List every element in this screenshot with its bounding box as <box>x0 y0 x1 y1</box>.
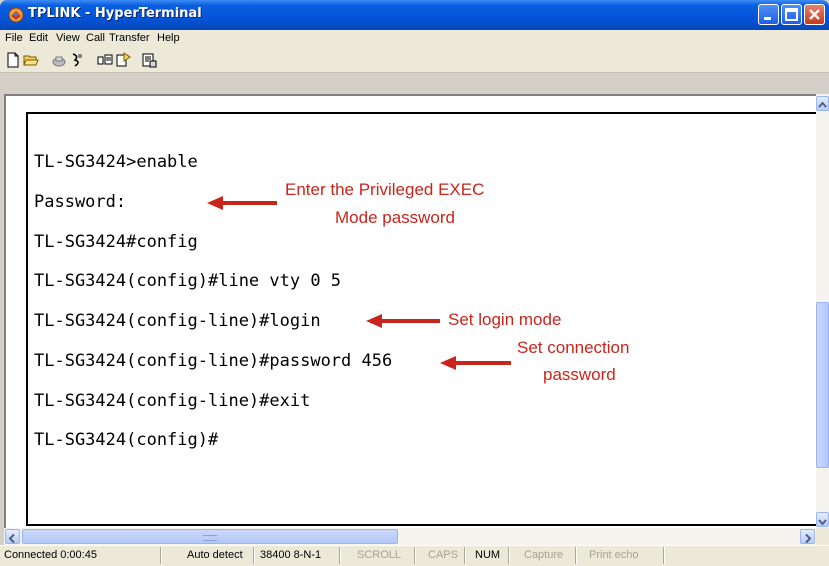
open-folder-icon[interactable] <box>23 52 39 68</box>
status-divider <box>663 547 665 564</box>
arrow-left-icon <box>440 356 511 370</box>
terminal-line: TL-SG3424(config)#line vty 0 5 <box>34 271 342 291</box>
chevron-right-icon <box>805 533 812 544</box>
status-divider <box>414 547 416 564</box>
terminal-line: TL-SG3424(config-line)#password 456 <box>34 351 393 371</box>
maximize-icon <box>785 8 798 21</box>
new-document-icon[interactable] <box>5 52 21 68</box>
status-divider <box>575 547 577 564</box>
disconnect-icon[interactable] <box>69 52 85 68</box>
chevron-down-icon <box>818 519 827 526</box>
terminal-line: TL-SG3424(config-line)#login <box>34 311 321 331</box>
scroll-up-button[interactable] <box>816 96 829 111</box>
scroll-left-button[interactable] <box>5 529 20 544</box>
menu-view[interactable]: View <box>56 32 80 44</box>
terminal-line: TL-SG3424(config)# <box>34 430 219 450</box>
annotation-privileged-line2: Mode password <box>335 208 456 227</box>
scroll-down-button[interactable] <box>816 512 829 527</box>
window-title: TPLINK - HyperTerminal <box>28 6 202 21</box>
menu-call[interactable]: Call <box>86 32 105 44</box>
minimize-icon <box>764 17 771 20</box>
menu-transfer[interactable]: Transfer <box>109 32 150 44</box>
status-divider <box>160 547 162 564</box>
maximize-button[interactable] <box>781 4 802 25</box>
status-bar: Connected 0:00:45 Auto detect 38400 8-N-… <box>0 545 829 566</box>
status-detect: Auto detect <box>187 549 243 561</box>
annotation-privileged-line1: Enter the Privileged EXEC <box>285 180 485 199</box>
minimize-button[interactable] <box>758 4 779 25</box>
menu-edit[interactable]: Edit <box>29 32 48 44</box>
status-divider <box>464 547 466 564</box>
status-caps: CAPS <box>428 549 458 561</box>
menu-bar: File Edit View Call Transfer Help <box>0 30 829 48</box>
status-divider <box>253 547 255 564</box>
vertical-scroll-thumb[interactable] <box>816 302 829 468</box>
chevron-up-icon <box>818 101 827 108</box>
scroll-right-button[interactable] <box>800 529 815 544</box>
chevron-left-icon <box>8 533 15 544</box>
status-settings: 38400 8-N-1 <box>260 549 322 561</box>
status-divider <box>508 547 510 564</box>
annotation-connection-line1: Set connection <box>517 338 630 357</box>
status-connected: Connected 0:00:45 <box>4 549 97 561</box>
status-scroll: SCROLL <box>357 549 402 561</box>
terminal-line: TL-SG3424(config-line)#exit <box>34 391 311 411</box>
status-num: NUM <box>475 549 501 561</box>
call-icon[interactable] <box>51 52 67 68</box>
arrow-left-icon <box>366 314 440 328</box>
scrollbar-corner <box>816 528 829 545</box>
menu-help[interactable]: Help <box>157 32 180 44</box>
hyperterminal-app-icon <box>8 7 24 23</box>
annotation-connection-line2: password <box>543 365 616 384</box>
status-divider <box>339 547 341 564</box>
terminal-line: TL-SG3424>enable <box>34 152 198 172</box>
properties-icon[interactable] <box>141 52 157 68</box>
receive-icon[interactable] <box>115 52 131 68</box>
terminal-line: TL-SG3424#config <box>34 232 198 252</box>
terminal-line: Password: <box>34 192 127 212</box>
annotation-login: Set login mode <box>448 310 562 329</box>
scroll-grip <box>203 535 217 541</box>
horizontal-scroll-thumb[interactable] <box>22 529 398 544</box>
arrow-left-icon <box>207 196 277 210</box>
toolbar <box>0 48 829 73</box>
send-icon[interactable] <box>97 52 113 68</box>
close-button[interactable] <box>804 4 825 25</box>
menu-file[interactable]: File <box>5 32 23 44</box>
close-icon <box>809 9 820 20</box>
title-bar[interactable]: TPLINK - HyperTerminal <box>0 0 829 30</box>
status-print-echo: Print echo <box>589 549 639 561</box>
status-capture: Capture <box>524 549 564 561</box>
